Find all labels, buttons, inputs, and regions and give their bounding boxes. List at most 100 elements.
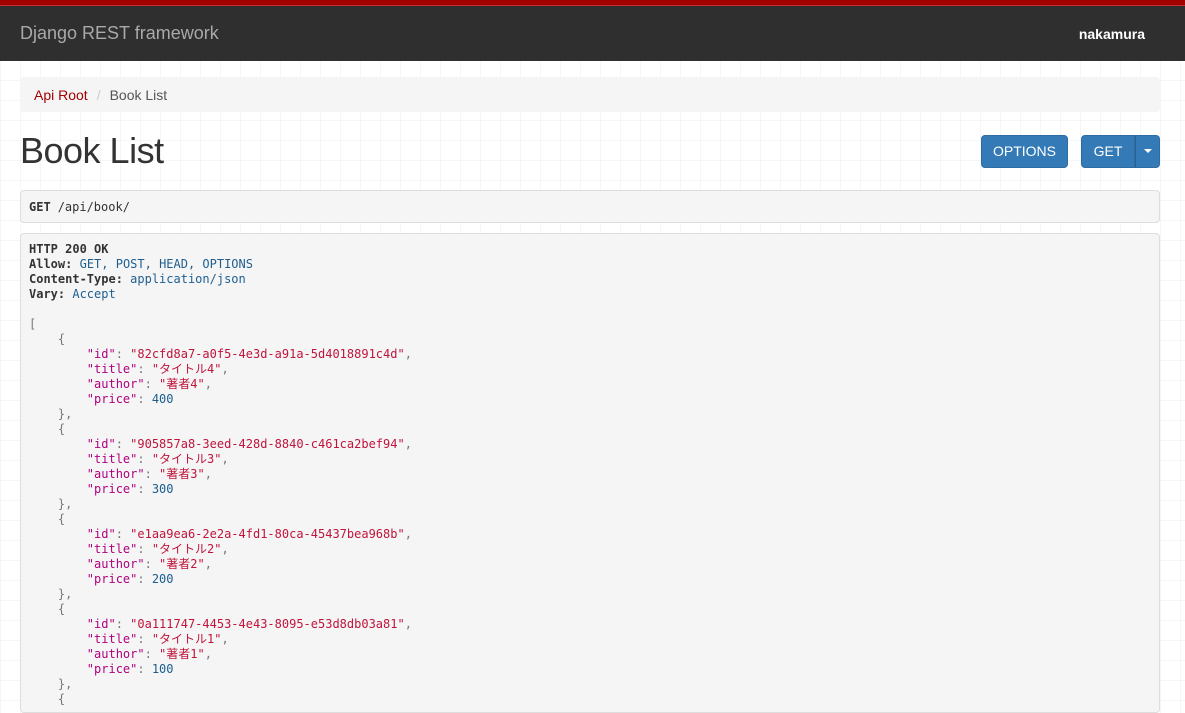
action-buttons: OPTIONS GET xyxy=(981,134,1160,168)
json-colon: : xyxy=(144,647,160,661)
main-content: Api Root / Book List Book List OPTIONS G… xyxy=(0,77,1185,713)
response-header-line: Allow: GET, POST, HEAD, OPTIONS xyxy=(29,257,1151,272)
json-string: "著者4" xyxy=(159,377,205,391)
response-headers: Allow: GET, POST, HEAD, OPTIONS Content-T… xyxy=(29,257,1151,302)
json-colon: : xyxy=(144,377,160,391)
json-string: "著者3" xyxy=(159,467,205,481)
json-key: "id" xyxy=(86,437,116,451)
json-key: "title" xyxy=(86,452,138,466)
page-header: Book List OPTIONS GET xyxy=(20,130,1160,171)
json-key: "id" xyxy=(86,617,116,631)
navbar-brand[interactable]: Django REST framework xyxy=(20,23,219,44)
json-colon: : xyxy=(137,542,152,556)
json-number: 200 xyxy=(151,572,174,586)
json-comma: , xyxy=(204,647,212,661)
json-line: { xyxy=(29,602,1151,617)
response-body: [ { "id": "82cfd8a7-a0f5-4e3d-a91a-5d401… xyxy=(29,317,1151,707)
json-key: "price" xyxy=(86,392,138,406)
navbar: Django REST framework nakamura xyxy=(0,6,1185,61)
json-brace: { xyxy=(57,422,66,436)
json-line: { xyxy=(29,692,1151,707)
json-string: "タイトル4" xyxy=(151,362,222,376)
json-line: "id": "e1aa9ea6-2e2a-4fd1-80ca-45437bea9… xyxy=(29,527,1151,542)
json-string: "タイトル1" xyxy=(151,632,222,646)
header-key: Vary: xyxy=(29,287,66,301)
breadcrumb-api-root[interactable]: Api Root xyxy=(34,87,88,103)
json-line: "id": "0a111747-4453-4e43-8095-e53d8db03… xyxy=(29,617,1151,632)
json-comma: , xyxy=(404,527,412,541)
json-string: "e1aa9ea6-2e2a-4fd1-80ca-45437bea968b" xyxy=(130,527,405,541)
json-colon: : xyxy=(137,452,152,466)
request-info: GET /api/book/ xyxy=(20,190,1160,223)
json-brace: }, xyxy=(57,497,73,511)
json-key: "author" xyxy=(86,557,145,571)
json-key: "author" xyxy=(86,647,145,661)
json-line: "price": 400 xyxy=(29,392,1151,407)
json-colon: : xyxy=(137,362,152,376)
json-bracket: [ xyxy=(29,317,37,331)
json-colon: : xyxy=(115,437,131,451)
json-string: "タイトル2" xyxy=(151,542,222,556)
json-line: "id": "905857a8-3eed-428d-8840-c461ca2be… xyxy=(29,437,1151,452)
json-key: "title" xyxy=(86,362,138,376)
json-line: "title": "タイトル3", xyxy=(29,452,1151,467)
json-brace: { xyxy=(57,332,66,346)
json-brace: }, xyxy=(57,677,73,691)
json-line: "author": "著者1", xyxy=(29,647,1151,662)
json-colon: : xyxy=(115,617,131,631)
header-value: GET, POST, HEAD, OPTIONS xyxy=(79,257,253,271)
json-key: "price" xyxy=(86,662,138,676)
json-number: 300 xyxy=(151,482,174,496)
breadcrumb-separator: / xyxy=(96,86,101,103)
json-comma: , xyxy=(204,467,212,481)
request-path: /api/book/ xyxy=(57,199,130,214)
header-value: application/json xyxy=(130,272,246,286)
breadcrumb: Api Root / Book List xyxy=(20,77,1160,112)
response-info: HTTP 200 OK Allow: GET, POST, HEAD, OPTI… xyxy=(20,233,1160,713)
caret-down-icon xyxy=(1143,149,1152,153)
json-colon: : xyxy=(144,557,160,571)
json-line: "title": "タイトル4", xyxy=(29,362,1151,377)
json-colon: : xyxy=(115,527,131,541)
json-brace: }, xyxy=(57,587,73,601)
json-comma: , xyxy=(404,347,412,361)
request-method: GET xyxy=(29,199,51,214)
header-value: Accept xyxy=(72,287,116,301)
json-key: "price" xyxy=(86,482,138,496)
page-title: Book List xyxy=(20,130,164,171)
json-string: "著者2" xyxy=(159,557,205,571)
response-header-line: Vary: Accept xyxy=(29,287,1151,302)
json-comma: , xyxy=(404,617,412,631)
header-key: Content-Type: xyxy=(29,272,123,286)
json-brace: }, xyxy=(57,407,73,421)
json-string: "0a111747-4453-4e43-8095-e53d8db03a81" xyxy=(130,617,405,631)
json-line: { xyxy=(29,512,1151,527)
json-line: }, xyxy=(29,407,1151,422)
json-line: "price": 300 xyxy=(29,482,1151,497)
json-key: "author" xyxy=(86,467,145,481)
json-comma: , xyxy=(221,362,229,376)
json-line: "title": "タイトル2", xyxy=(29,542,1151,557)
json-comma: , xyxy=(221,632,229,646)
json-key: "id" xyxy=(86,347,116,361)
json-line: "author": "著者4", xyxy=(29,377,1151,392)
json-string: "82cfd8a7-a0f5-4e3d-a91a-5d4018891c4d" xyxy=(130,347,405,361)
json-key: "author" xyxy=(86,377,145,391)
get-format-dropdown[interactable] xyxy=(1135,134,1160,168)
breadcrumb-current: Book List xyxy=(109,86,168,103)
user-menu[interactable]: nakamura xyxy=(1079,26,1145,42)
json-line: "title": "タイトル1", xyxy=(29,632,1151,647)
json-line: "price": 200 xyxy=(29,572,1151,587)
json-colon: : xyxy=(137,662,152,676)
json-number: 400 xyxy=(151,392,174,406)
json-comma: , xyxy=(221,542,229,556)
json-number: 100 xyxy=(151,662,174,676)
json-string: "タイトル3" xyxy=(151,452,222,466)
options-button[interactable]: OPTIONS xyxy=(981,134,1068,168)
get-button[interactable]: GET xyxy=(1081,134,1135,168)
json-line: { xyxy=(29,332,1151,347)
json-key: "id" xyxy=(86,527,116,541)
json-line: "price": 100 xyxy=(29,662,1151,677)
json-comma: , xyxy=(221,452,229,466)
json-line: "id": "82cfd8a7-a0f5-4e3d-a91a-5d4018891… xyxy=(29,347,1151,362)
